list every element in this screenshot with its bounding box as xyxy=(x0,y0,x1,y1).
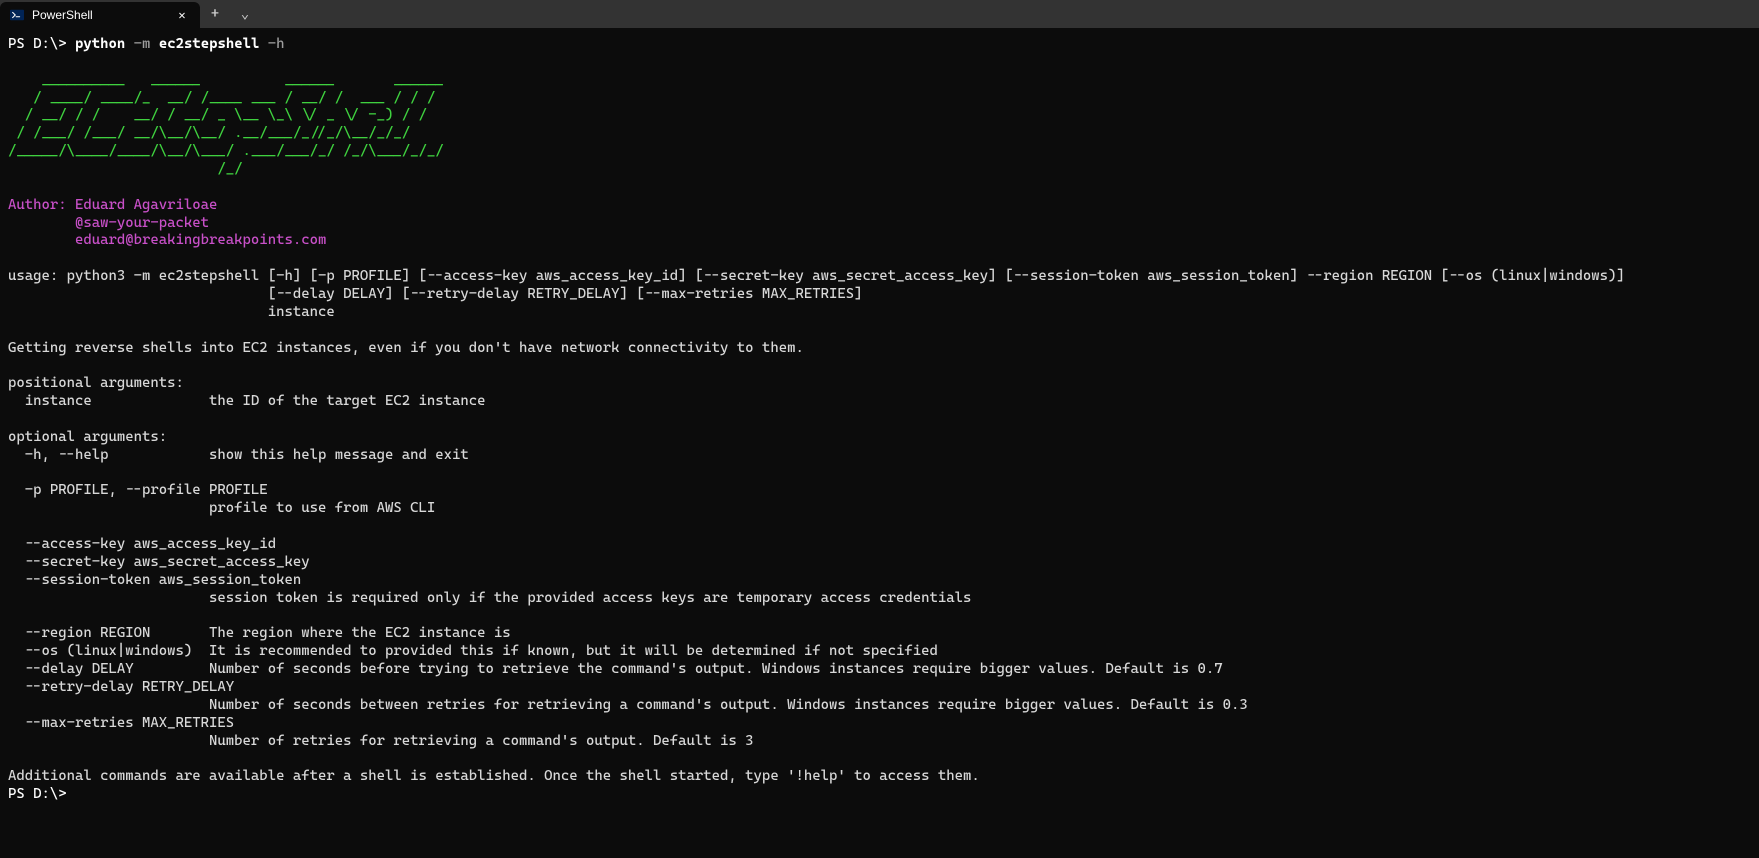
optional-header: optional arguments: xyxy=(8,429,167,445)
ascii-art-line: __________ ______ ______ ______ xyxy=(8,72,444,88)
tab-powershell[interactable]: PowerShell ✕ xyxy=(0,2,200,28)
ascii-art-line: /_____/\____/____/\__/\___/ .___/___/_/ … xyxy=(8,143,444,159)
titlebar: PowerShell ✕ + ⌄ xyxy=(0,0,1759,28)
prompt-path: D:\> xyxy=(33,786,67,802)
prompt-ps: PS xyxy=(8,786,33,802)
usage-line: usage: python3 -m ec2stepshell [-h] [-p … xyxy=(8,268,1625,284)
positional-header: positional arguments: xyxy=(8,375,184,391)
opt-region: --region REGION The region where the EC2… xyxy=(8,625,511,641)
opt-profile-desc: profile to use from AWS CLI xyxy=(8,500,435,516)
usage-line: [--delay DELAY] [--retry-delay RETRY_DEL… xyxy=(8,286,862,302)
author-line: Author: Eduard Agavriloae xyxy=(8,197,217,213)
cmd-flag-h: -h xyxy=(259,36,284,52)
opt-retry-delay: --retry-delay RETRY_DELAY xyxy=(8,679,234,695)
opt-secret-key: --secret-key aws_secret_access_key xyxy=(8,554,310,570)
terminal-output[interactable]: PS D:\> python -m ec2stepshell -h ______… xyxy=(0,28,1759,812)
opt-session-desc: session token is required only if the pr… xyxy=(8,590,971,606)
cmd-module: ec2stepshell xyxy=(150,36,259,52)
author-handle: @saw-your-packet xyxy=(8,215,209,231)
opt-max-desc: Number of retries for retrieving a comma… xyxy=(8,733,754,749)
additional-info: Additional commands are available after … xyxy=(8,768,980,784)
ascii-art-line: / ____/ ____/_ __/ /____ ___ / __/ / ___… xyxy=(8,90,435,106)
ascii-art-line: / __/ / / __/ / __/ _ \__ \_\ \/ _ \/ -_… xyxy=(8,107,427,123)
cmd-python: python xyxy=(75,36,125,52)
powershell-icon xyxy=(10,8,24,22)
prompt-ps: PS xyxy=(8,36,33,52)
opt-profile: -p PROFILE, --profile PROFILE xyxy=(8,482,268,498)
opt-help: -h, --help show this help message and ex… xyxy=(8,447,469,463)
usage-line: instance xyxy=(8,304,335,320)
cmd-flag-m: -m xyxy=(125,36,150,52)
positional-instance: instance the ID of the target EC2 instan… xyxy=(8,393,486,409)
opt-access-key: --access-key aws_access_key_id xyxy=(8,536,276,552)
tab-controls: + ⌄ xyxy=(200,0,260,28)
opt-session-token: --session-token aws_session_token xyxy=(8,572,301,588)
tab-title: PowerShell xyxy=(32,8,166,22)
opt-max-retries: --max-retries MAX_RETRIES xyxy=(8,715,234,731)
opt-os: --os (linux|windows) It is recommended t… xyxy=(8,643,938,659)
opt-delay: --delay DELAY Number of seconds before t… xyxy=(8,661,1223,677)
tab-dropdown-button[interactable]: ⌄ xyxy=(230,0,260,28)
ascii-art-line: /_/ xyxy=(8,161,243,177)
ascii-art-line: / /___/ /___/ __/\__/\__/ .__/___/_//_/\… xyxy=(8,125,410,141)
new-tab-button[interactable]: + xyxy=(200,0,230,28)
opt-retry-desc: Number of seconds between retries for re… xyxy=(8,697,1248,713)
close-tab-button[interactable]: ✕ xyxy=(174,7,190,23)
prompt-path: D:\> xyxy=(33,36,75,52)
author-email: eduard@breakingbreakpoints.com xyxy=(8,232,326,248)
description: Getting reverse shells into EC2 instance… xyxy=(8,340,804,356)
